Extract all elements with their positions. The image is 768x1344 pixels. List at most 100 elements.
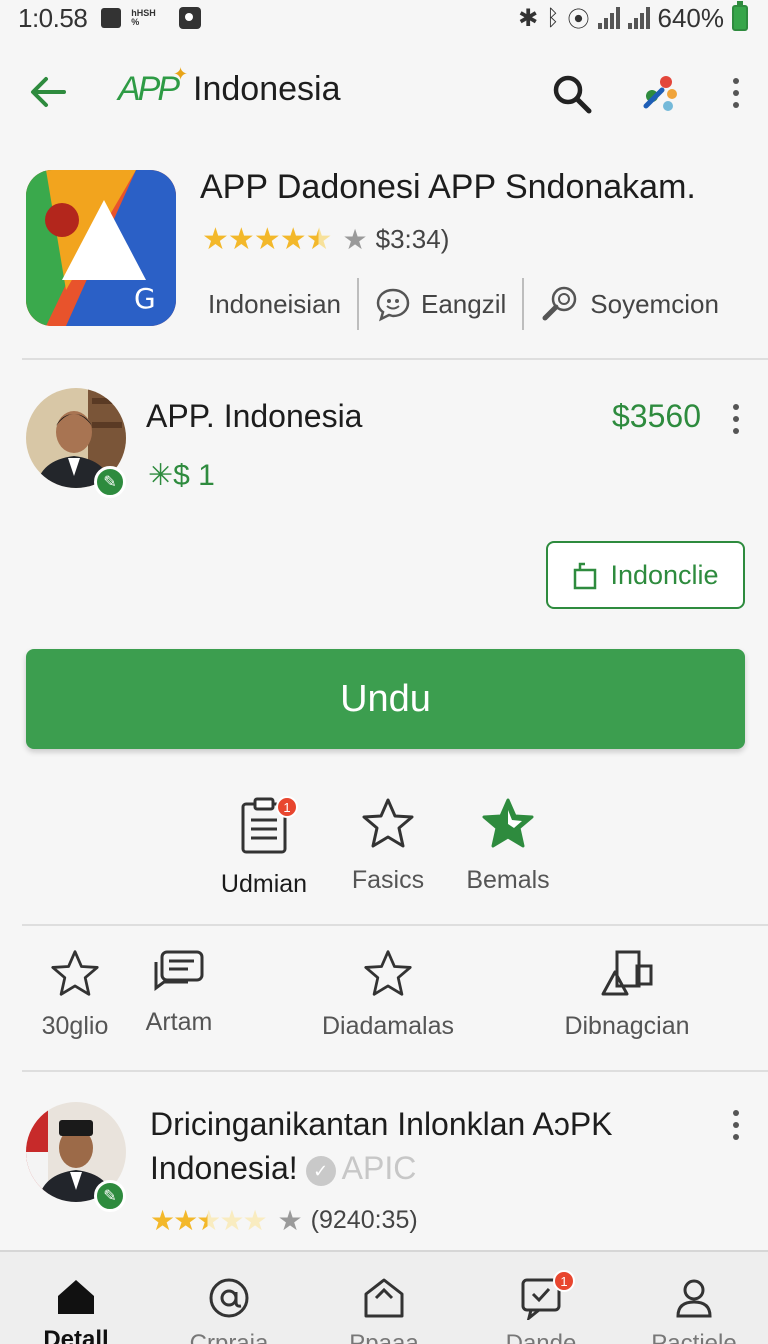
profile-icon: [676, 1279, 712, 1318]
back-arrow-icon[interactable]: [28, 74, 68, 110]
assistant-icon: [643, 76, 677, 111]
rating-star: ★: [173, 1205, 198, 1236]
search-icon: [553, 75, 592, 114]
meta-language[interactable]: Indoneisian: [208, 289, 341, 320]
developer-row: ✎ APP. Indonesia ✳$ 1 $3560: [0, 386, 768, 506]
app-bar: APP ✦ Indonesia: [0, 56, 768, 128]
status-tiny-label: hHSH %: [131, 8, 156, 27]
rating-star: ★: [279, 223, 307, 256]
quick-action-udmian[interactable]: 1 Udmian: [212, 796, 316, 899]
meta-chat[interactable]: Eangzil: [375, 286, 506, 322]
app-icon: G: [26, 170, 176, 326]
bluetooth-icon: ✱: [518, 4, 539, 32]
divider: [22, 1070, 768, 1072]
bag-icon: [574, 562, 597, 590]
notification-icon: [101, 8, 122, 28]
quick-action-bemals[interactable]: Bemals: [458, 796, 558, 895]
meta-search-label: Soyemcion: [590, 288, 719, 319]
developer-price: $3560: [612, 398, 701, 434]
at-icon: [209, 1278, 249, 1318]
battery-text: 640%: [657, 2, 725, 33]
wifi-icon: ⦿: [567, 7, 590, 32]
search-button[interactable]: [550, 72, 594, 116]
rating-star: ★: [219, 1205, 244, 1236]
rating-star: ★: [150, 1205, 175, 1236]
stat-label: Artam: [145, 1008, 213, 1036]
rating-text: $3:34): [375, 224, 450, 254]
review-item[interactable]: ✎ Dricinganikantan Inlonklan AɔPK Indone…: [0, 1100, 768, 1240]
install-button[interactable]: Undu: [26, 649, 745, 749]
star-outline-icon: [51, 950, 99, 996]
meta-separator: [357, 278, 359, 330]
check-icon: ✓: [305, 1155, 336, 1186]
rating-star: ★: [242, 1205, 267, 1236]
star-outline-icon: [362, 798, 414, 848]
developer-name[interactable]: APP. Indonesia: [146, 398, 362, 435]
brand-name: Indonesia: [193, 70, 341, 108]
quick-actions: 1 Udmian Fasics Bemals: [0, 796, 768, 906]
stat-label: 30ɡlio: [41, 1012, 109, 1040]
install-button-label: Undu: [340, 677, 431, 720]
nav-item-pactiele[interactable]: Pactiele: [634, 1276, 754, 1344]
nav-item-ppaaa[interactable]: Ppaaa: [324, 1276, 444, 1344]
nav-label: Dande: [505, 1330, 577, 1344]
nav-item-crpraia[interactable]: Crpraia: [169, 1276, 289, 1344]
app-header: G APP Dadonesi APP Sndonakam. ★ ★ ★ ★ ★ ★ $3…: [0, 160, 768, 350]
review-more-icon[interactable]: [731, 1110, 741, 1140]
shapes-icon: [601, 950, 653, 996]
status-bar: 1:0.58 hHSH % ✱ ᛒ ⦿ 640%: [0, 0, 768, 36]
rating-star: ★: [305, 223, 333, 256]
nav-label: Pactiele: [651, 1330, 737, 1344]
green-star-icon: [482, 798, 534, 848]
divider: [22, 924, 768, 926]
review-rating-text: (9240:35): [310, 1206, 418, 1234]
meta-search[interactable]: Soyemcion: [540, 284, 719, 324]
rating-star: ★: [202, 223, 229, 256]
signal-icon-2: [627, 7, 650, 29]
brand: APP ✦ Indonesia: [118, 64, 341, 109]
developer-more-icon[interactable]: [731, 404, 741, 434]
store-icon: [364, 1278, 404, 1318]
chat-bubble-icon: [376, 288, 410, 322]
camera-icon: [179, 7, 202, 29]
quick-action-label: Udmian: [220, 870, 308, 898]
star-icon: ★: [277, 1205, 303, 1236]
star-rating-icon: ★★★★★: [202, 222, 333, 257]
quick-action-fasics[interactable]: Fasics: [340, 796, 436, 895]
stat-item[interactable]: Diadamalas: [318, 948, 458, 1041]
search-tool-icon: [542, 286, 577, 321]
meta-chat-label: Eangzil: [421, 288, 507, 319]
assistant-button[interactable]: [638, 72, 682, 116]
app-rating-row: ★ ★ ★ ★ ★ ★ $3:34): [202, 222, 449, 257]
nav-item-dande[interactable]: 1 Dande: [481, 1270, 601, 1344]
status-right: ✱ ᛒ ⦿ 640%: [518, 1, 748, 34]
stat-label: Diadamalas: [321, 1012, 454, 1040]
verified-badge-icon: ✎: [94, 466, 126, 498]
review-title-line2: Indonesia!: [150, 1150, 298, 1186]
outline-button-label: Indonclie: [610, 559, 719, 590]
stat-item[interactable]: 30ɡlio: [30, 948, 120, 1041]
nav-badge: 1: [553, 1270, 575, 1292]
stat-item[interactable]: Dibnagcian: [562, 948, 692, 1041]
more-vert-icon[interactable]: [731, 78, 741, 108]
stat-item[interactable]: Artam: [134, 948, 224, 1037]
review-title-faded: APIC: [341, 1150, 417, 1186]
nav-label: Crpraia: [189, 1330, 269, 1344]
nav-label: Ppaaa: [349, 1330, 419, 1344]
nav-item-detall[interactable]: Detall: [16, 1276, 136, 1344]
quick-action-label: Fasics: [351, 866, 425, 894]
rating-star: ★: [227, 223, 255, 256]
review-title: Dricinganikantan Inlonklan AɔPK Indonesi…: [150, 1102, 710, 1190]
brand-logo-text: APP: [118, 70, 180, 108]
signal-icon: [597, 7, 620, 29]
app-title: APP Dadonesi APP Sndonakam.: [200, 168, 696, 206]
divider: [22, 358, 768, 360]
rating-star: ★: [253, 223, 281, 256]
outline-action-button[interactable]: Indonclie: [546, 541, 745, 609]
stat-label: Dibnagcian: [564, 1012, 690, 1040]
bottom-nav: Detall Crpraia Ppaaa 1 Dande Pactiele: [0, 1250, 768, 1344]
svg-text:G: G: [134, 282, 156, 315]
battery-icon: [732, 1, 748, 31]
app-logo-graphic: G: [26, 170, 176, 326]
sparkle-icon: ✦: [172, 64, 188, 84]
